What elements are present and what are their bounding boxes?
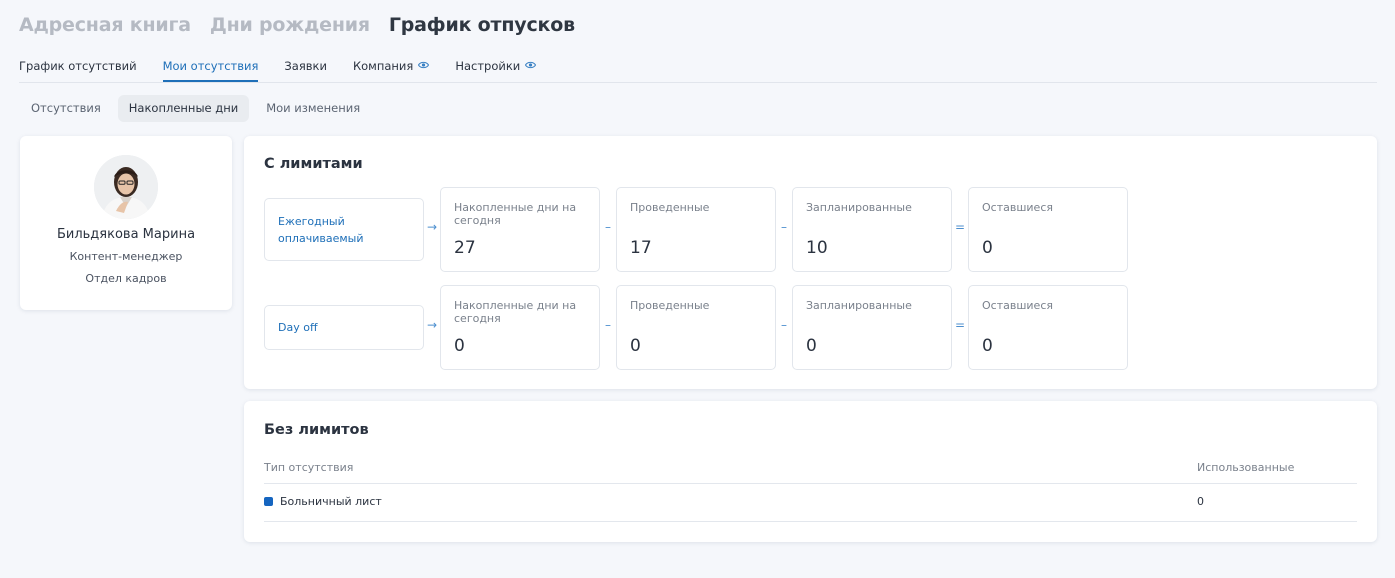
- eye-icon: [418, 61, 430, 69]
- subtab-accrued-days[interactable]: Накопленные дни: [117, 95, 250, 122]
- planned-days-box: Запланированные 0: [792, 285, 952, 370]
- profile-card: Бильдякова Марина Контент-менеджер Отдел…: [20, 136, 232, 310]
- nav-divider: [19, 82, 1377, 83]
- no-limits-card: Без лимитов Тип отсутствия Использованны…: [244, 401, 1377, 542]
- planned-label: Запланированные: [806, 201, 912, 214]
- spent-label: Проведенные: [630, 299, 710, 312]
- profile-department: Отдел кадров: [85, 272, 167, 285]
- nav-label: График отсутствий: [19, 59, 137, 73]
- column-header-type: Тип отсутствия: [264, 461, 354, 474]
- table-divider: [264, 483, 1357, 484]
- nav-requests[interactable]: Заявки: [284, 58, 327, 82]
- nav-label: Настройки: [455, 59, 521, 73]
- arrow-icon: →: [426, 318, 438, 332]
- minus-sign: –: [781, 220, 787, 234]
- absence-type-label: Больничный лист: [280, 495, 382, 508]
- nav-settings[interactable]: Настройки: [455, 58, 537, 82]
- minus-sign: –: [605, 220, 611, 234]
- spent-label: Проведенные: [630, 201, 710, 214]
- remaining-label: Оставшиеся: [982, 299, 1053, 312]
- accrued-label: Накопленные дни на сегодня: [454, 299, 577, 325]
- planned-value: 10: [806, 238, 828, 258]
- profile-name: Бильдякова Марина: [56, 227, 196, 242]
- table-row: Больничный лист: [264, 495, 382, 508]
- nav-label: Мои отсутствия: [162, 59, 259, 73]
- subtab-my-changes[interactable]: Мои изменения: [255, 95, 371, 122]
- absence-type-button[interactable]: Day off: [264, 305, 424, 350]
- tab-vacation-schedule[interactable]: График отпусков: [389, 14, 575, 44]
- arrow-icon: →: [426, 220, 438, 234]
- limits-card: С лимитами Ежегодный оплачиваемый → Нако…: [244, 136, 1377, 389]
- remaining-days-box: Оставшиеся 0: [968, 187, 1128, 272]
- table-divider: [264, 521, 1357, 522]
- absence-type-button[interactable]: Ежегодный оплачиваемый: [264, 198, 424, 261]
- eye-icon: [525, 61, 537, 69]
- profile-role: Контент-менеджер: [69, 250, 183, 263]
- tab-address-book[interactable]: Адресная книга: [19, 14, 191, 44]
- section-nav: График отсутствий Мои отсутствия Заявки …: [19, 58, 562, 82]
- minus-sign: –: [605, 318, 611, 332]
- planned-label: Запланированные: [806, 299, 912, 312]
- accrued-value: 27: [454, 238, 476, 258]
- spent-value: 0: [630, 336, 641, 356]
- tab-birthdays[interactable]: Дни рождения: [210, 14, 370, 44]
- nav-absence-schedule[interactable]: График отсутствий: [19, 58, 137, 82]
- remaining-value: 0: [982, 238, 993, 258]
- accrued-value: 0: [454, 336, 465, 356]
- nav-my-absences[interactable]: Мои отсутствия: [162, 58, 259, 82]
- limit-row: Day off → Накопленные дни на сегодня 0 –…: [264, 285, 1164, 370]
- subtab-absences[interactable]: Отсутствия: [20, 95, 112, 122]
- accrued-days-box: Накопленные дни на сегодня 27: [440, 187, 600, 272]
- spent-value: 17: [630, 238, 652, 258]
- accrued-label: Накопленные дни на сегодня: [454, 201, 577, 227]
- color-marker: [264, 497, 273, 506]
- nav-label: Заявки: [284, 59, 327, 73]
- limit-row: Ежегодный оплачиваемый → Накопленные дни…: [264, 187, 1164, 272]
- minus-sign: –: [781, 318, 787, 332]
- app-tabs: Адресная книга Дни рождения График отпус…: [19, 14, 594, 44]
- remaining-days-box: Оставшиеся 0: [968, 285, 1128, 370]
- nav-company[interactable]: Компания: [352, 58, 430, 82]
- planned-days-box: Запланированные 10: [792, 187, 952, 272]
- remaining-value: 0: [982, 336, 993, 356]
- spent-days-box: Проведенные 17: [616, 187, 776, 272]
- used-value: 0: [1197, 495, 1204, 508]
- no-limits-title: Без лимитов: [264, 422, 369, 438]
- planned-value: 0: [806, 336, 817, 356]
- accrued-days-box: Накопленные дни на сегодня 0: [440, 285, 600, 370]
- subtabs: Отсутствия Накопленные дни Мои изменения: [20, 95, 377, 122]
- column-header-used: Использованные: [1197, 461, 1295, 474]
- equals-sign: =: [954, 318, 966, 332]
- avatar: [94, 155, 158, 219]
- spent-days-box: Проведенные 0: [616, 285, 776, 370]
- limits-title: С лимитами: [264, 156, 363, 172]
- remaining-label: Оставшиеся: [982, 201, 1053, 214]
- equals-sign: =: [954, 220, 966, 234]
- nav-label: Компания: [352, 59, 414, 73]
